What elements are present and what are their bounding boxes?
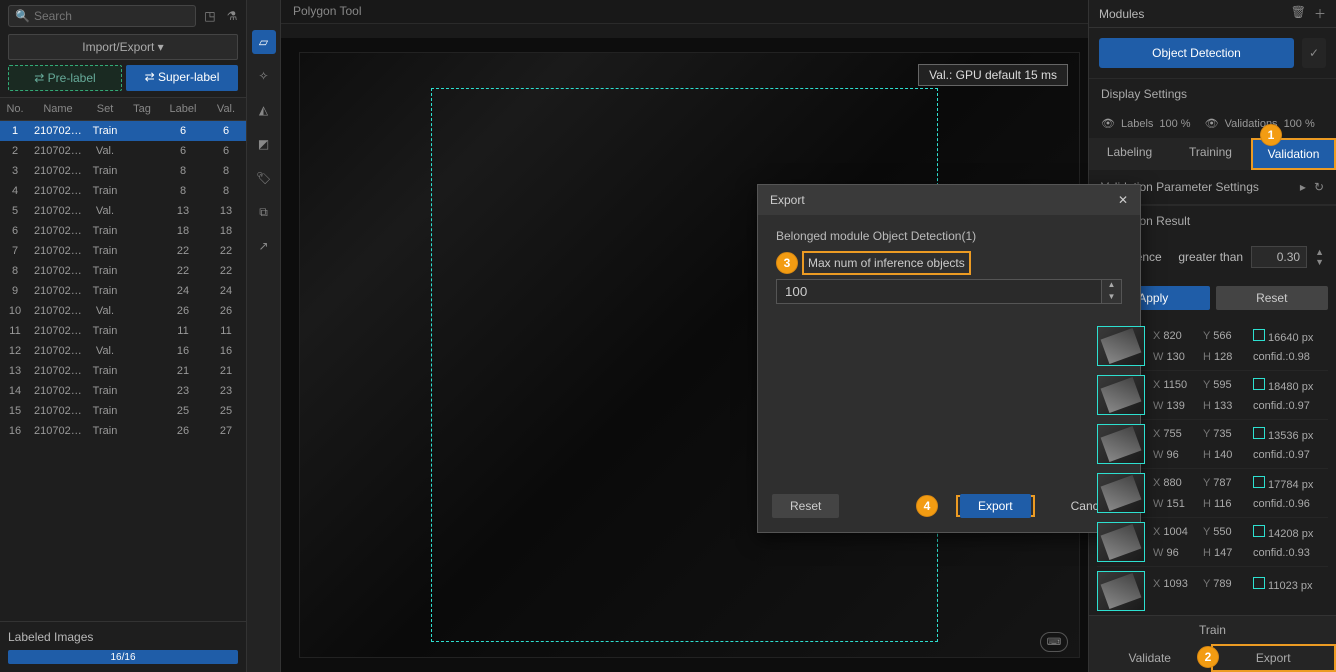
table-row[interactable]: 15210702-...Train2525 [0, 401, 246, 421]
marquee-tool-icon[interactable]: ⧉ [252, 200, 276, 224]
trash-icon[interactable]: 🗑 [1291, 5, 1306, 22]
table-row[interactable]: 8210702-...Train2222 [0, 261, 246, 281]
table-row[interactable]: 9210702-...Train2424 [0, 281, 246, 301]
left-panel: 🔍 ◳ ⚗ ≣ ⚙ Import/Export ▾ ⇄ Pre-label ⇄ … [0, 0, 247, 672]
filter-icon[interactable]: ⚗ [224, 8, 240, 24]
close-icon[interactable]: ✕ [1118, 193, 1128, 207]
labeled-images-label: Labeled Images [8, 630, 238, 644]
chevron-right-icon[interactable]: ▸ [1300, 180, 1306, 194]
keyboard-icon[interactable]: ⌨ [1040, 632, 1068, 652]
history-icon[interactable]: ↻ [1314, 180, 1324, 194]
export-button[interactable]: Export [1211, 644, 1336, 672]
result-thumb [1097, 326, 1145, 366]
result-item[interactable]: X 1150Y 595 18480 px W 139H 133confid.:0… [1097, 371, 1328, 420]
maxnum-label: Max num of inference objects [802, 251, 971, 275]
ruler [281, 24, 1088, 38]
canvas-title: Polygon Tool [281, 0, 1088, 24]
result-thumb [1097, 375, 1145, 415]
validation-badge: Val.: GPU default 15 ms [918, 64, 1068, 86]
modules-title: Modules [1099, 7, 1144, 21]
result-item[interactable]: X 880Y 787 17784 px W 151H 116confid.:0.… [1097, 469, 1328, 518]
table-row[interactable]: 4210702-...Train88 [0, 181, 246, 201]
confidence-value[interactable]: 0.30 [1251, 246, 1307, 268]
table-row[interactable]: 5210702-...Val.1313 [0, 201, 246, 221]
result-thumb [1097, 571, 1145, 611]
callout-2: 2 [1197, 646, 1219, 668]
eye-icon[interactable]: 👁 [1205, 117, 1219, 130]
superlabel-button[interactable]: ⇄ Super-label [126, 65, 238, 91]
callout-4: 4 [916, 495, 938, 517]
tag-tool-icon[interactable]: 🏷 [252, 166, 276, 190]
export-modal: Export ✕ Belonged module Object Detectio… [757, 184, 1141, 533]
table-row[interactable]: 14210702-...Train2323 [0, 381, 246, 401]
label-icon[interactable]: ◳ [202, 8, 218, 24]
result-thumb [1097, 522, 1145, 562]
maxnum-input[interactable] [777, 280, 1101, 303]
tab-training[interactable]: Training [1170, 138, 1251, 170]
modal-export-button[interactable]: Export [960, 494, 1031, 518]
wand-tool-icon[interactable]: ✧ [252, 64, 276, 88]
table-row[interactable]: 10210702-...Val.2626 [0, 301, 246, 321]
table-row[interactable]: 1210702-...Train66 [0, 121, 246, 141]
table-row[interactable]: 16210702-...Train2627 [0, 421, 246, 441]
prelabel-button[interactable]: ⇄ Pre-label [8, 65, 122, 91]
callout-3: 3 [776, 252, 798, 274]
result-item[interactable]: X 1004Y 550 14208 px W 96H 147confid.:0.… [1097, 518, 1328, 567]
search-input[interactable]: 🔍 [8, 5, 196, 27]
spin-buttons[interactable]: ▲▼ [1101, 280, 1121, 303]
tab-labeling[interactable]: Labeling [1089, 138, 1170, 170]
table-header: No. Name Set Tag Label Val. [0, 97, 246, 121]
mask-tool-icon[interactable]: ◩ [252, 132, 276, 156]
right-panel: Modules 🗑 ＋ Object Detection ✓ Display S… [1088, 0, 1336, 672]
plus-icon[interactable]: ＋ [1314, 5, 1326, 22]
labeled-progress: 16/16 [8, 650, 238, 664]
polygon-tool-icon[interactable]: ▱ [252, 30, 276, 54]
table-row[interactable]: 13210702-...Train2121 [0, 361, 246, 381]
tool-strip: ▱ ✧ ◭ ◩ 🏷 ⧉ ↗ [247, 0, 281, 672]
validate-button[interactable]: Validate [1089, 644, 1211, 672]
module-check-icon[interactable]: ✓ [1302, 38, 1326, 68]
display-settings-label: Display Settings [1089, 78, 1336, 109]
table-row[interactable]: 3210702-...Train88 [0, 161, 246, 181]
reset-button[interactable]: Reset [1216, 286, 1329, 310]
result-thumb [1097, 473, 1145, 513]
greater-than-label: greater than [1178, 250, 1243, 264]
shape-tool-icon[interactable]: ◭ [252, 98, 276, 122]
table-row[interactable]: 12210702-...Val.1616 [0, 341, 246, 361]
object-detection-button[interactable]: Object Detection [1099, 38, 1294, 68]
modal-title: Export [770, 193, 805, 207]
callout-1: 1 [1260, 124, 1282, 146]
table-row[interactable]: 2210702-...Val.66 [0, 141, 246, 161]
table-row[interactable]: 7210702-...Train2222 [0, 241, 246, 261]
canvas-panel: Polygon Tool Val.: GPU default 15 ms ⌨ E… [281, 0, 1088, 672]
table-row[interactable]: 11210702-...Train1111 [0, 321, 246, 341]
result-thumb [1097, 424, 1145, 464]
train-button[interactable]: Train [1089, 616, 1336, 644]
result-item[interactable]: X 820Y 566 16640 px W 130H 128confid.:0.… [1097, 322, 1328, 371]
eye-icon[interactable]: 👁 [1101, 117, 1115, 130]
conf-spin-icon[interactable]: ▲▼ [1315, 247, 1324, 267]
result-item[interactable]: X 755Y 735 13536 px W 96H 140confid.:0.9… [1097, 420, 1328, 469]
search-icon: 🔍 [15, 9, 30, 23]
table-row[interactable]: 6210702-...Train1818 [0, 221, 246, 241]
result-item[interactable]: X 1093Y 789 11023 px [1097, 567, 1328, 615]
modal-module-label: Belonged module Object Detection(1) [776, 229, 1122, 243]
modal-reset-button[interactable]: Reset [772, 494, 839, 518]
arrow-tool-icon[interactable]: ↗ [252, 234, 276, 258]
import-export-button[interactable]: Import/Export ▾ [8, 34, 238, 60]
